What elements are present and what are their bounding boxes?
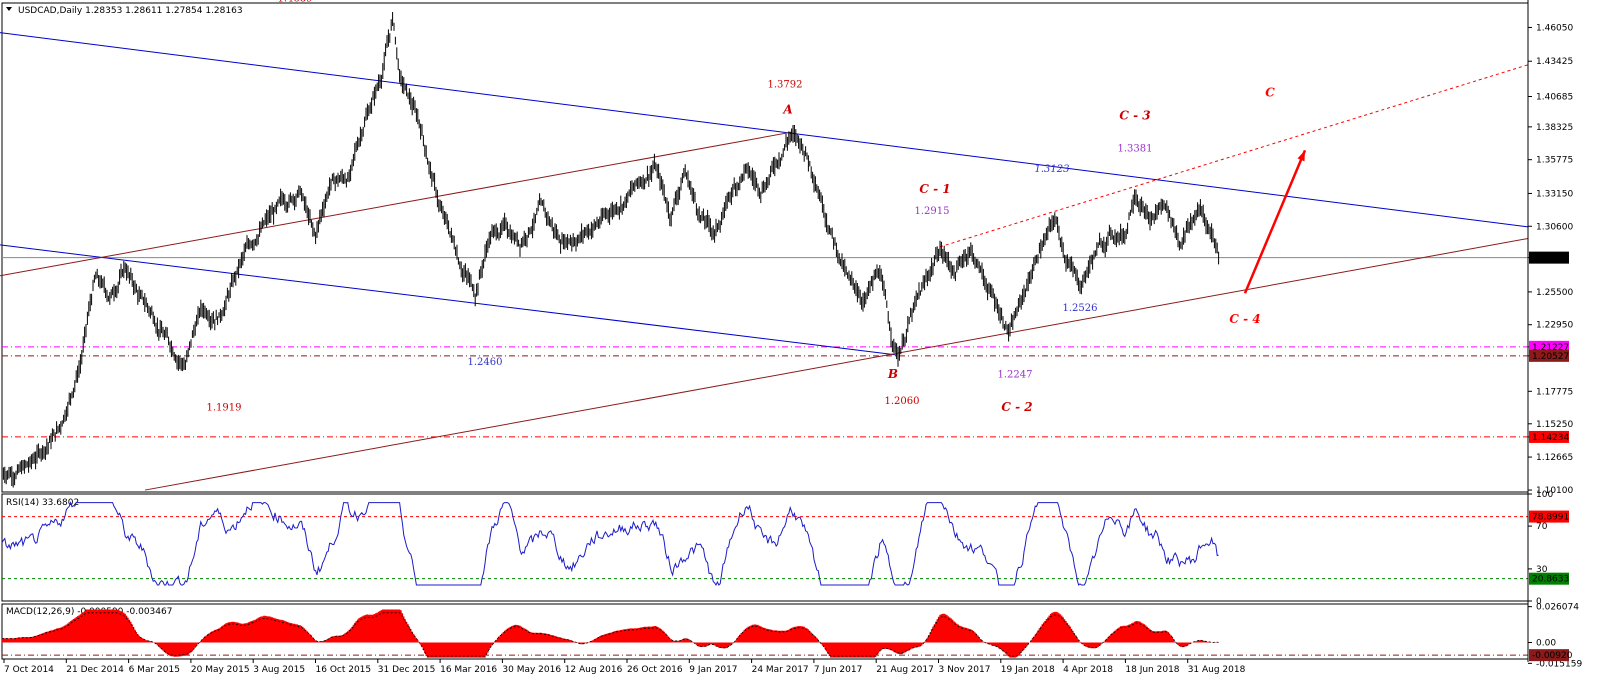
price-tick-label: 1.25500 (1536, 288, 1573, 298)
wave-annotation: C - 4 (1229, 312, 1260, 326)
time-tick-label: 19 Jan 2018 (1001, 665, 1055, 675)
time-tick-label: 31 Dec 2015 (378, 665, 436, 675)
rsi-header: RSI(14) 33.6802 (6, 498, 79, 508)
chart-canvas: USDCAD,Daily 1.28353 1.28611 1.27854 1.2… (0, 0, 1582, 675)
price-tick-label: 1.46050 (1536, 23, 1573, 33)
wave-annotation: A (782, 103, 792, 117)
time-tick-label: 9 Jan 2017 (689, 665, 737, 675)
time-tick-label: 12 Aug 2016 (565, 665, 623, 675)
wave-annotation: 1.3123 (1035, 164, 1070, 175)
wave-annotation: 1.2526 (1063, 303, 1098, 314)
time-tick-label: 24 Mar 2017 (752, 665, 809, 675)
wave-annotation: C - 3 (1119, 108, 1150, 122)
wave-annotation: C - 1 (919, 182, 950, 196)
macd-panel: MACD(12,26,9) -0.000590 -0.003467 0.02607… (1, 603, 1582, 669)
wave-annotation: 1.3792 (768, 79, 803, 90)
rsi-line (1, 501, 1219, 587)
price-tick-label: 1.15250 (1536, 420, 1573, 430)
time-tick-label: 18 Jun 2018 (1125, 665, 1179, 675)
forecast-arrow-head (1297, 150, 1305, 162)
price-tick-label: 1.33150 (1536, 189, 1573, 199)
time-tick-label: 16 Mar 2016 (440, 665, 497, 675)
wave-annotation: C - 2 (1001, 400, 1032, 414)
price-tick-label: 1.22950 (1536, 321, 1573, 331)
time-tick-label: 30 May 2016 (502, 665, 561, 675)
wave-annotation: 1.2460 (468, 357, 503, 368)
chart-header: USDCAD,Daily 1.28353 1.28611 1.27854 1.2… (18, 6, 243, 16)
time-tick-label: 7 Jun 2017 (814, 665, 862, 675)
trendline (939, 64, 1529, 248)
price-frame (1, 2, 1529, 493)
macd-tick-label: 0.00 (1536, 639, 1556, 649)
trendline (0, 32, 1529, 228)
macd-tick-label: 0.026074 (1536, 603, 1579, 613)
price-tick-label: 1.17775 (1536, 387, 1573, 397)
time-tick-label: 31 Aug 2018 (1188, 665, 1246, 675)
time-tick-label: 21 Aug 2017 (876, 665, 934, 675)
time-tick-label: 3 Aug 2015 (253, 665, 305, 675)
rsi-panel: RSI(14) 33.68021007030078.899120.8633 (1, 490, 1569, 607)
price-tick-label: 1.38325 (1536, 123, 1573, 133)
time-tick-label: 21 Dec 2014 (66, 665, 124, 675)
wave-annotation: 1.2247 (998, 369, 1033, 380)
rsi-level-label: 20.8633 (1532, 575, 1569, 585)
wave-annotation: 1.4689 (278, 0, 313, 5)
macd-histogram (1, 609, 1218, 658)
time-tick-label: 26 Oct 2016 (627, 665, 683, 675)
wave-annotation: 1.1919 (207, 402, 242, 413)
trendline (0, 244, 898, 356)
rsi-tick-label: 70 (1536, 522, 1548, 532)
price-tick-label: 1.30600 (1536, 222, 1573, 232)
price-tick-label: 1.12665 (1536, 453, 1573, 463)
wave-annotation: C (1265, 85, 1275, 99)
time-tick-label: 6 Mar 2015 (129, 665, 180, 675)
time-tick-label: 16 Oct 2015 (316, 665, 372, 675)
current-price-label: 1.28163 (1532, 254, 1569, 264)
wave-annotation: 1.2915 (915, 206, 950, 217)
wave-annotation: B (887, 367, 898, 381)
rsi-level-label: 78.8991 (1532, 513, 1569, 523)
time-tick-label: 3 Nov 2017 (939, 665, 991, 675)
price-tick-label: 1.40685 (1536, 92, 1573, 102)
forecast-arrow (1243, 149, 1307, 294)
price-tick-label: 1.43425 (1536, 57, 1573, 67)
level-label: 1.20527 (1532, 352, 1569, 362)
rsi-frame (1, 493, 1529, 602)
price-bars (1, 12, 1220, 488)
time-tick-label: 7 Oct 2014 (4, 665, 54, 675)
dropdown-triangle-icon (6, 7, 12, 11)
time-tick-label: 20 May 2015 (191, 665, 250, 675)
time-axis: 7 Oct 2014 21 Dec 2014 6 Mar 2015 20 May 20… (3, 0, 1529, 675)
wave-annotation: 1.2060 (885, 396, 920, 407)
wave-annotation: 1.3381 (1118, 144, 1153, 155)
rsi-tick-label: 100 (1536, 490, 1553, 500)
trendline (0, 131, 793, 277)
time-tick-label: 4 Apr 2018 (1063, 665, 1113, 675)
level-label: 1.14234 (1532, 433, 1569, 443)
price-tick-label: 1.35775 (1536, 156, 1573, 166)
trendline (144, 238, 1529, 491)
macd-current-label: -0.00920 (1532, 651, 1573, 661)
price-panel: USDCAD,Daily 1.28353 1.28611 1.27854 1.2… (0, 0, 1573, 496)
